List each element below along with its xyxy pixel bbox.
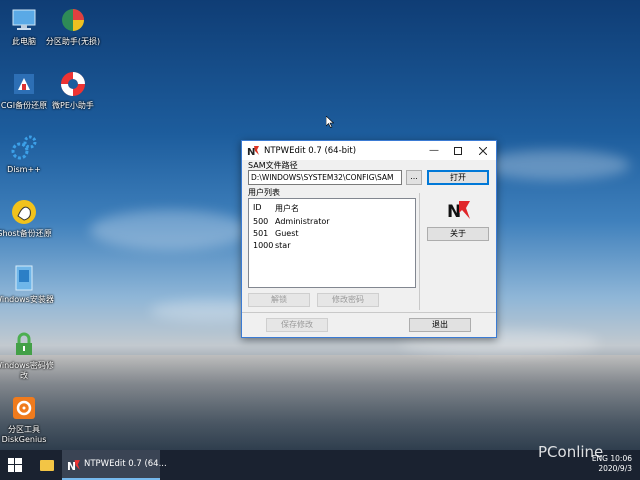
- mouse-cursor-icon: [326, 116, 334, 128]
- desktop-icon-label: 分区助手(无损): [45, 37, 101, 46]
- desktop-icon-label: Windows安装器: [0, 295, 54, 304]
- tray-time: 10:06: [610, 454, 632, 463]
- windows-start-icon[interactable]: [8, 458, 22, 472]
- user-list[interactable]: ID 用户名 500 Administrator 501 Guest 1000 …: [248, 198, 416, 288]
- lifebuoy-icon: [59, 70, 87, 98]
- minimize-button[interactable]: —: [422, 141, 446, 160]
- user-name: Administrator: [275, 217, 330, 226]
- vertical-divider: [419, 193, 420, 310]
- open-button[interactable]: 打开: [427, 170, 489, 185]
- wallpaper-cloud: [480, 150, 630, 180]
- sam-path-input[interactable]: D:\WINDOWS\SYSTEM32\CONFIG\SAM: [248, 170, 402, 185]
- column-header-id[interactable]: ID: [253, 203, 262, 212]
- desktop-icon-diskgenius[interactable]: 分区工具DiskGenius: [0, 394, 54, 445]
- desktop-icon-label: Ghost备份还原: [0, 229, 52, 238]
- desktop-icon-label: Dism++: [7, 165, 41, 174]
- desktop-icon-label: 微PE小助手: [52, 101, 94, 110]
- desktop-icon-windows-installer[interactable]: Windows安装器: [0, 264, 54, 305]
- about-button[interactable]: 关于: [427, 227, 489, 241]
- wallpaper-cloud: [90, 210, 250, 250]
- diskgenius-icon: [10, 394, 38, 422]
- desktop-icon-label: Windows密码修改: [0, 361, 54, 380]
- ntpwedit-window: N NTPWEdit 0.7 (64-bit) — SAM文件路径 D:\WIN…: [241, 140, 497, 338]
- cgi-backup-icon: [10, 70, 38, 98]
- desktop-icon-dism[interactable]: Dism++: [0, 134, 54, 175]
- user-name: star: [275, 241, 291, 250]
- close-button[interactable]: [471, 141, 495, 160]
- windows-installer-icon: [10, 264, 38, 292]
- computer-icon: [10, 6, 38, 34]
- user-id: 500: [253, 217, 269, 226]
- svg-text:N: N: [67, 460, 76, 472]
- user-name: Guest: [275, 229, 299, 238]
- browse-button[interactable]: ...: [406, 170, 422, 185]
- list-item[interactable]: 501 Guest: [253, 229, 403, 241]
- window-title: NTPWEdit 0.7 (64-bit): [264, 145, 357, 156]
- user-id: 1000: [253, 241, 274, 250]
- wallpaper-sea: [0, 355, 640, 450]
- desktop-icon-windows-password[interactable]: Windows密码修改: [0, 330, 54, 381]
- svg-text:N: N: [247, 147, 255, 157]
- desktop-icon-label: 分区工具DiskGenius: [1, 425, 47, 444]
- desktop-icon-partition-assistant[interactable]: 分区助手(无损): [43, 6, 103, 47]
- unlock-button[interactable]: 解锁: [248, 293, 310, 307]
- maximize-icon: [454, 146, 462, 155]
- file-explorer-icon[interactable]: [40, 460, 54, 471]
- save-changes-button[interactable]: 保存修改: [266, 318, 328, 332]
- close-icon: [479, 146, 487, 155]
- tray-date: 2020/9/3: [598, 464, 632, 473]
- desktop-icon-ghost[interactable]: Ghost备份还原: [0, 198, 54, 239]
- gears-icon: [10, 134, 38, 162]
- password-lock-icon: [10, 330, 38, 358]
- ghost-icon: [10, 198, 38, 226]
- ntpwedit-app-icon: N: [67, 460, 80, 472]
- partition-assistant-icon: [59, 6, 87, 34]
- user-id: 501: [253, 229, 269, 238]
- taskbar-button-ntpwedit[interactable]: N NTPWEdit 0.7 (64...: [62, 450, 167, 480]
- change-password-button[interactable]: 修改密码: [317, 293, 379, 307]
- user-list-label: 用户列表: [248, 188, 280, 197]
- ntpwedit-logo-icon: N: [447, 201, 470, 221]
- exit-button[interactable]: 退出: [409, 318, 471, 332]
- taskbar-task-label: NTPWEdit 0.7 (64...: [84, 459, 167, 469]
- desktop-icon-wepe-helper[interactable]: 微PE小助手: [43, 70, 103, 111]
- column-header-username[interactable]: 用户名: [275, 203, 299, 214]
- list-item[interactable]: 1000 star: [253, 241, 403, 253]
- pconline-watermark: PConline: [538, 443, 604, 461]
- maximize-button[interactable]: [446, 141, 470, 160]
- minimize-icon: —: [429, 145, 439, 156]
- horizontal-divider: [242, 312, 496, 313]
- title-bar[interactable]: N NTPWEdit 0.7 (64-bit) —: [242, 141, 496, 160]
- list-item[interactable]: 500 Administrator: [253, 217, 403, 229]
- ntpwedit-app-icon: N: [247, 146, 259, 157]
